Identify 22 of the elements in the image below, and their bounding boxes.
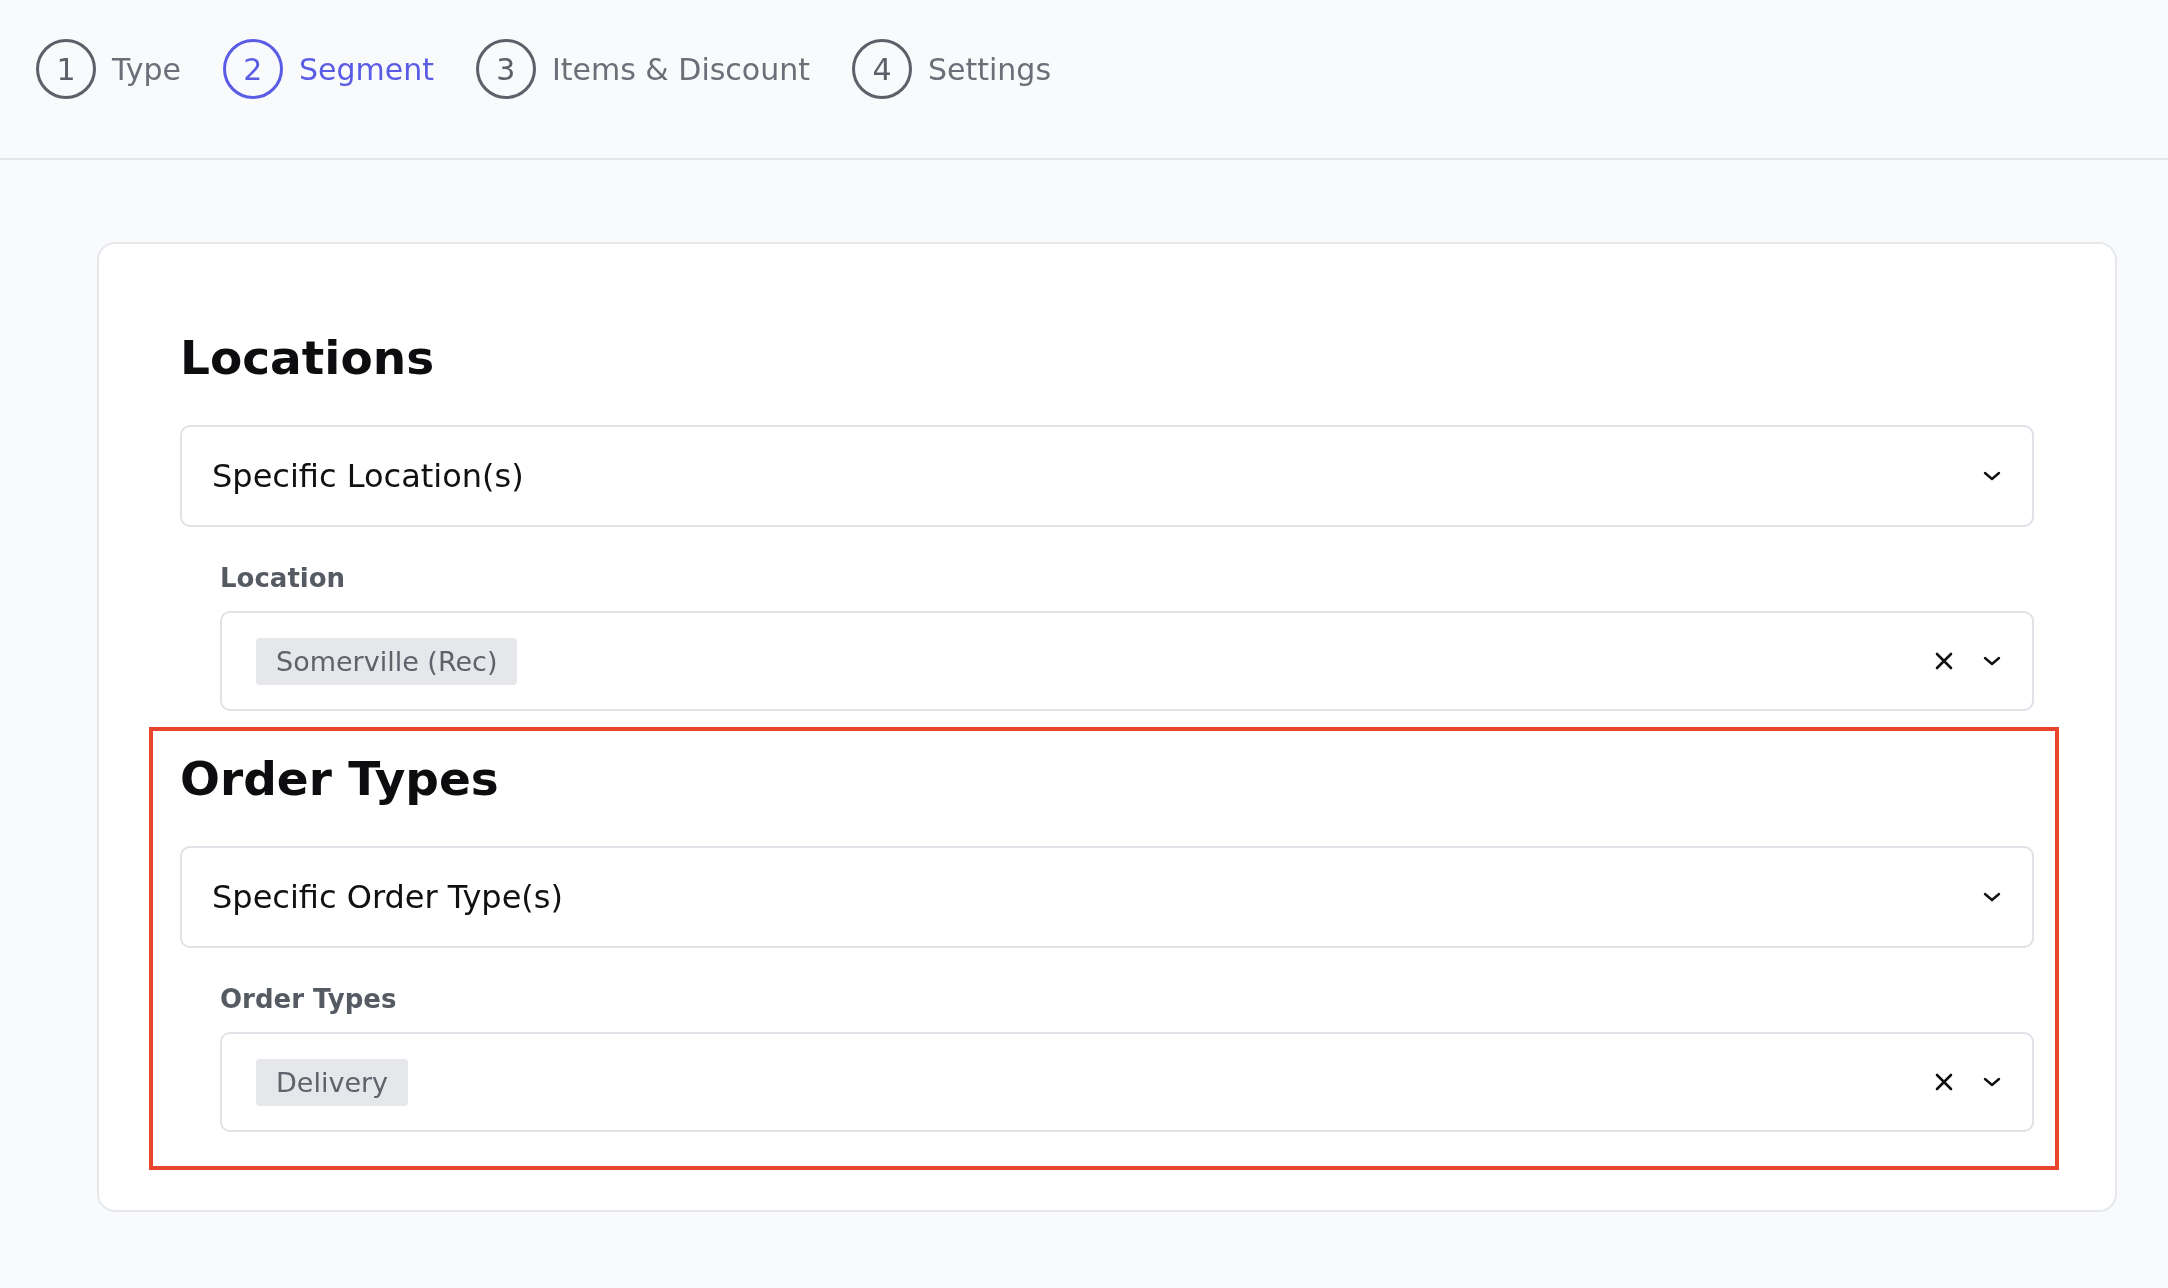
chevron-down-icon — [1982, 891, 2002, 903]
multi-select-field[interactable]: Delivery — [220, 1032, 2034, 1132]
clear-icon[interactable] — [1934, 651, 1954, 671]
select-value: Specific Location(s) — [212, 457, 524, 495]
chevron-down-icon[interactable] — [1982, 1076, 2002, 1088]
select-value: Specific Order Type(s) — [212, 878, 563, 916]
step-tab[interactable]: 1 Type — [36, 39, 181, 99]
multi-select-field[interactable]: Somerville (Rec) — [220, 611, 2034, 711]
step-tab[interactable]: 4 Settings — [852, 39, 1052, 99]
step-tab[interactable]: 3 Items & Discount — [475, 39, 810, 99]
selected-chip: Delivery — [256, 1058, 409, 1106]
field-label: Location — [220, 563, 347, 593]
selected-chip: Somerville (Rec) — [256, 637, 518, 685]
dropdown-select[interactable]: Specific Location(s) — [180, 425, 2034, 527]
chevron-down-icon — [1982, 470, 2002, 482]
section-title: Order Types — [180, 751, 500, 806]
chevron-down-icon[interactable] — [1982, 655, 2002, 667]
dropdown-select[interactable]: Specific Order Type(s) — [180, 846, 2034, 948]
section-title: Locations — [180, 330, 436, 385]
clear-icon[interactable] — [1934, 1072, 1954, 1092]
step-tab[interactable]: 2 Segment — [222, 39, 434, 99]
field-label: Order Types — [220, 984, 398, 1014]
